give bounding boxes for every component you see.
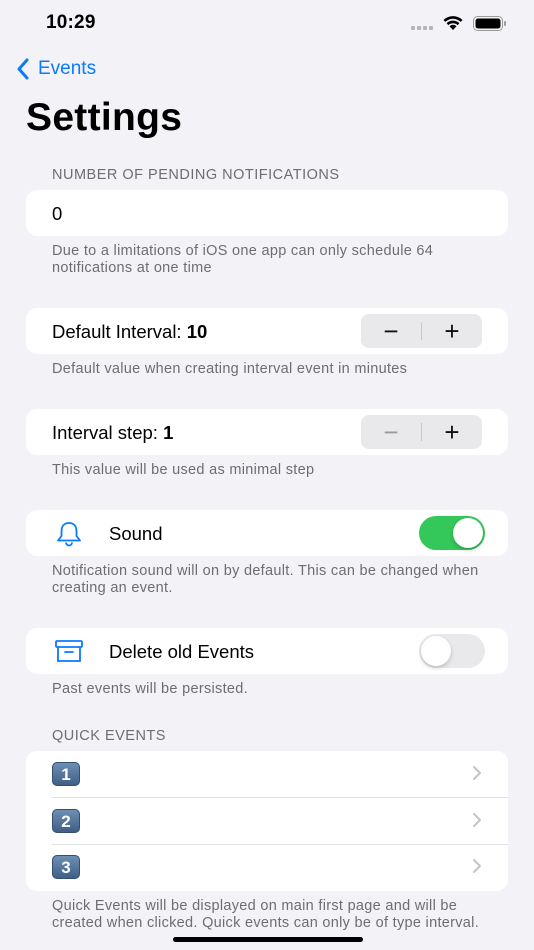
interval-step-decrement-button[interactable]: − — [361, 415, 421, 449]
chevron-right-icon — [473, 812, 481, 827]
default-interval-decrement-button[interactable]: − — [361, 314, 421, 348]
status-bar: 10:29 — [0, 0, 534, 48]
pending-count-card: 0 — [26, 190, 508, 236]
quick-events-section-header: QUICK EVENTS — [52, 728, 166, 744]
default-interval-value: 10 — [186, 321, 208, 342]
interval-step-label-text: Interval step: — [52, 422, 164, 443]
delete-old-events-label: Delete old Events — [109, 641, 255, 662]
status-time: 10:29 — [46, 12, 96, 33]
keycap-1-icon: 1 — [52, 762, 80, 786]
quick-events-card: 1 2 3 — [26, 751, 508, 891]
quick-event-row-2[interactable]: 2 — [26, 798, 508, 845]
delete-old-events-footer: Past events will be persisted. — [52, 681, 248, 697]
chevron-right-icon — [473, 859, 481, 874]
interval-step-value: 1 — [163, 422, 174, 443]
back-button-label: Events — [38, 58, 97, 79]
interval-step-stepper[interactable]: − + — [361, 415, 482, 449]
wifi-icon — [443, 16, 463, 30]
chevron-right-icon — [473, 766, 481, 780]
quick-event-row-1[interactable]: 1 — [26, 751, 508, 798]
default-interval-stepper[interactable]: − + — [361, 314, 482, 348]
toggle-knob — [421, 636, 451, 666]
default-interval-increment-button[interactable]: + — [422, 314, 482, 348]
pending-section-header: NUMBER OF PENDING NOTIFICATIONS — [52, 167, 340, 183]
bell-icon — [57, 522, 81, 547]
interval-step-footer: This value will be used as minimal step — [52, 462, 315, 478]
default-interval-label: Default Interval: 10 — [52, 321, 207, 343]
sound-card: Sound — [26, 510, 508, 556]
interval-step-increment-button[interactable]: + — [422, 415, 482, 449]
keycap-2-icon: 2 — [52, 808, 80, 833]
cellular-signal-icon — [411, 26, 433, 30]
quick-events-footer: Quick Events will be displayed on main f… — [52, 898, 480, 931]
interval-step-label: Interval step: 1 — [52, 422, 173, 444]
delete-old-events-card: Delete old Events — [26, 628, 508, 674]
home-indicator — [173, 937, 363, 942]
sound-toggle[interactable] — [419, 516, 485, 550]
battery-icon — [473, 16, 506, 31]
page-title: Settings — [26, 96, 183, 139]
back-button[interactable]: Events — [16, 58, 96, 80]
quick-event-row-3[interactable]: 3 — [26, 844, 508, 891]
pending-count-value: 0 — [52, 203, 63, 224]
sound-label: Sound — [109, 523, 163, 544]
default-interval-footer: Default value when creating interval eve… — [52, 361, 408, 377]
pending-footer: Due to a limitations of iOS one app can … — [52, 243, 434, 276]
interval-step-card: Interval step: 1 − + — [26, 409, 508, 455]
default-interval-label-text: Default Interval: — [52, 321, 187, 342]
delete-old-events-toggle[interactable] — [419, 634, 485, 668]
archive-box-icon — [55, 640, 83, 662]
toggle-knob — [453, 518, 483, 548]
keycap-3-icon: 3 — [52, 855, 80, 880]
sound-footer: Notification sound will on by default. T… — [52, 563, 479, 596]
chevron-left-icon — [17, 58, 29, 80]
default-interval-card: Default Interval: 10 − + — [26, 308, 508, 354]
